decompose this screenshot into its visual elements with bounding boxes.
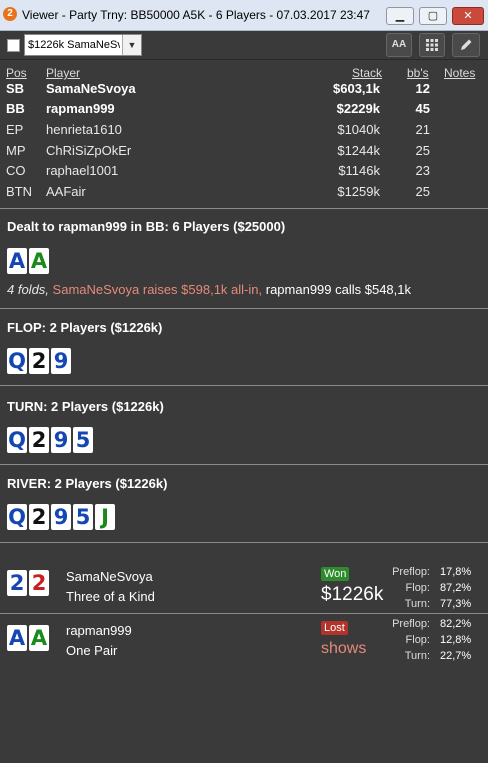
divider	[0, 542, 488, 543]
row-stack: $1146k	[338, 163, 380, 178]
table-row[interactable]: BTN AAFair $1259k 25	[0, 184, 488, 204]
river-cards: Q295J	[7, 504, 115, 530]
stat-value: 22,7%	[440, 650, 472, 662]
row-pos: BTN	[6, 184, 32, 199]
row-player: henrieta1610	[46, 122, 122, 137]
table-row[interactable]: EP henrieta1610 $1040k 21	[0, 122, 488, 142]
row-bbs: 23	[415, 163, 430, 178]
grid-icon	[426, 39, 438, 51]
row-player: AAFair	[46, 184, 86, 199]
table-row[interactable]: BB rapman999 $2229k 45	[0, 101, 488, 121]
row-pos: EP	[6, 122, 24, 137]
folds-text: 4 folds,	[7, 282, 49, 297]
playing-card: 9	[51, 504, 71, 530]
stat-value: 82,2%	[440, 618, 472, 630]
stat-value: 87,2%	[440, 582, 472, 594]
stat-label: Flop:	[405, 634, 430, 646]
playing-card: 5	[73, 504, 93, 530]
playing-card: A	[7, 248, 27, 274]
app-logo-icon: 2	[3, 7, 17, 21]
stat-value: 12,8%	[440, 634, 472, 646]
row-bbs: 25	[415, 184, 430, 199]
stat-label: Preflop:	[392, 566, 430, 578]
row-bbs: 25	[415, 143, 430, 158]
playing-card: Q	[7, 504, 27, 530]
flop-title: FLOP: 2 Players ($1226k)	[7, 320, 163, 335]
hand-history: Pos Player Stack bb's Notes SB SamaNeSvoy…	[0, 60, 488, 763]
title-bar: 2 Viewer - Party Trny: BB50000 A5K - 6 P…	[0, 0, 488, 31]
header-player[interactable]: Player	[46, 66, 80, 80]
row-stack: $1259k	[337, 184, 380, 199]
call-text: rapman999 calls $548,1k	[265, 282, 411, 297]
stat-label: Turn:	[404, 598, 430, 610]
preflop-action: 4 folds, SamaNeSvoya raises $598,1k all-…	[7, 282, 411, 297]
raise-text: SamaNeSvoya raises $598,1k all-in,	[52, 282, 263, 297]
row-stack: $2229k	[336, 101, 380, 116]
playing-card: 2	[29, 504, 49, 530]
divider	[0, 464, 488, 465]
stat-value: 17,8%	[440, 566, 472, 578]
hand-select[interactable]: $1226k SamaNeSvoya ▼	[24, 34, 142, 56]
table-row[interactable]: CO raphael1001 $1146k 23	[0, 163, 488, 183]
playing-card: A	[29, 248, 49, 274]
table-row[interactable]: SB SamaNeSvoya $603,1k 12	[0, 81, 488, 101]
row-pos: SB	[6, 81, 25, 96]
row-player: SamaNeSvoya	[46, 81, 136, 96]
row-player: rapman999	[46, 101, 115, 116]
playing-card: 2	[29, 427, 49, 453]
window-title: Viewer - Party Trny: BB50000 A5K - 6 Pla…	[22, 8, 370, 22]
row-pos: MP	[6, 143, 26, 158]
row-bbs: 12	[415, 81, 430, 96]
row-pos: CO	[6, 163, 26, 178]
stat-label: Turn:	[404, 650, 430, 662]
flop-cards: Q29	[7, 348, 71, 374]
row-stack: $1040k	[337, 122, 380, 137]
minimize-button[interactable]: ▁	[386, 7, 414, 25]
river-title: RIVER: 2 Players ($1226k)	[7, 476, 168, 491]
hand-select-value: $1226k SamaNeSvoya	[28, 39, 120, 51]
header-bbs[interactable]: bb's	[407, 66, 429, 80]
header-pos[interactable]: Pos	[6, 66, 27, 80]
maximize-button[interactable]: ▢	[419, 7, 447, 25]
toolbar: $1226k SamaNeSvoya ▼ AA	[0, 31, 488, 60]
grid-button[interactable]	[419, 33, 445, 57]
playing-card: Q	[7, 427, 27, 453]
playing-card: Q	[7, 348, 27, 374]
header-stack[interactable]: Stack	[352, 66, 382, 80]
edit-button[interactable]	[452, 33, 480, 57]
row-stack: $603,1k	[333, 81, 380, 96]
divider	[0, 208, 488, 209]
divider	[0, 613, 488, 614]
row-pos: BB	[6, 101, 25, 116]
playing-card: 9	[51, 348, 71, 374]
divider	[0, 308, 488, 309]
row-player: ChRiSiZpOkEr	[46, 143, 132, 158]
playing-card: 5	[73, 427, 93, 453]
row-stack: $1244k	[337, 143, 380, 158]
header-notes[interactable]: Notes	[444, 66, 475, 80]
playing-card: J	[95, 504, 115, 530]
preflop-title: Dealt to rapman999 in BB: 6 Players ($25…	[7, 219, 286, 234]
turn-title: TURN: 2 Players ($1226k)	[7, 399, 164, 414]
playing-card: 9	[51, 427, 71, 453]
close-button[interactable]: ✕	[452, 7, 484, 25]
font-size-button[interactable]: AA	[386, 33, 412, 57]
turn-cards: Q295	[7, 427, 93, 453]
row-player: raphael1001	[46, 163, 119, 178]
pencil-icon	[461, 39, 472, 50]
stat-label: Flop:	[405, 582, 430, 594]
stat-label: Preflop:	[392, 618, 430, 630]
hole-cards: AA	[7, 248, 49, 274]
row-bbs: 21	[415, 122, 430, 137]
divider	[0, 385, 488, 386]
stat-value: 77,3%	[440, 598, 472, 610]
select-checkbox[interactable]	[7, 39, 20, 52]
table-row[interactable]: MP ChRiSiZpOkEr $1244k 25	[0, 143, 488, 163]
playing-card: 2	[29, 348, 49, 374]
chevron-down-icon[interactable]: ▼	[122, 35, 141, 55]
row-bbs: 45	[415, 101, 430, 116]
